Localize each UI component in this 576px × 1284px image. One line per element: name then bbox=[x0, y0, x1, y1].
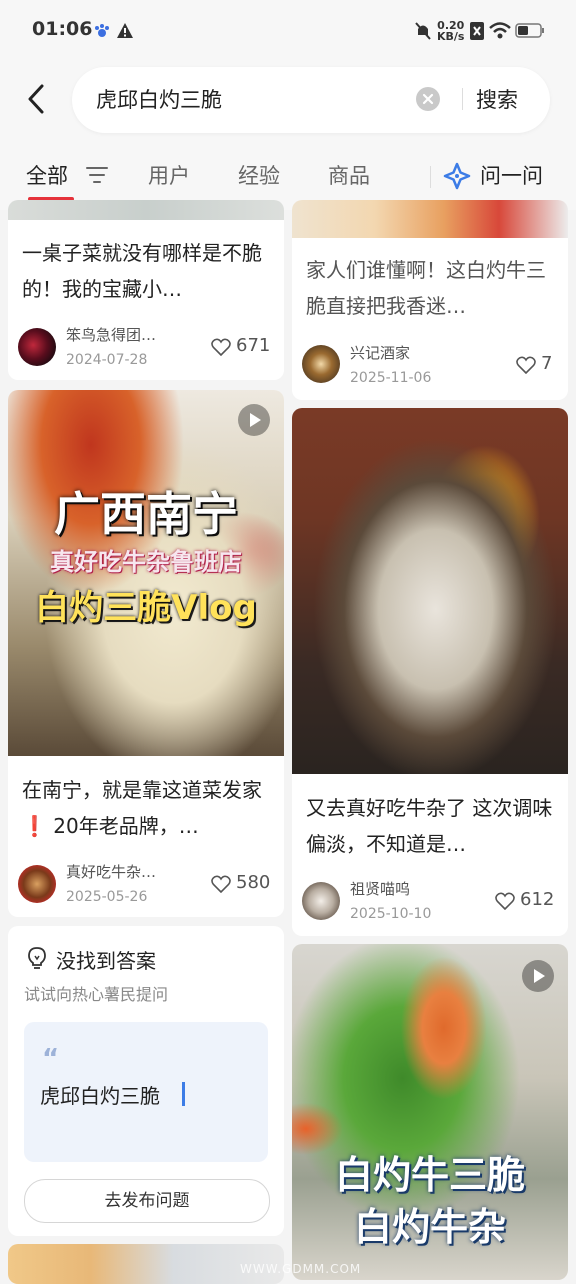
like-count: 671 bbox=[236, 335, 271, 356]
note-image: 白灼牛三脆 白灼牛杂 bbox=[292, 944, 568, 1280]
note-title: 一桌子菜就没有哪样是不脆的！我的宝藏小… bbox=[22, 241, 262, 301]
overlay-title: 广西南宁 bbox=[54, 487, 238, 541]
note-author[interactable]: 兴记酒家 bbox=[350, 342, 410, 363]
overlay-subtitle: 真好吃牛杂鲁班店 bbox=[50, 548, 242, 576]
note-date: 2025-11-06 bbox=[350, 370, 432, 386]
quote-icon: “ bbox=[42, 1044, 60, 1074]
tab-all[interactable]: 全部 bbox=[26, 160, 68, 190]
note-author[interactable]: 真好吃牛杂… bbox=[66, 861, 156, 882]
back-arrow-icon[interactable] bbox=[22, 82, 52, 116]
warning-icon bbox=[117, 23, 133, 38]
play-icon[interactable] bbox=[522, 960, 554, 992]
avatar[interactable] bbox=[302, 345, 340, 383]
heart-icon[interactable] bbox=[495, 892, 515, 910]
note-card[interactable]: 又去真好吃牛杂了 这次调味偏淡，不知道是… 祖贤喵呜 2025-10-10 61… bbox=[292, 408, 568, 936]
status-time: 01:06 bbox=[32, 18, 93, 40]
note-card[interactable]: 一桌子菜就没有哪样是不脆的！我的宝藏小… 笨鸟急得团… 2024-07-28 6… bbox=[8, 200, 284, 380]
net-speed-unit: KB/s bbox=[437, 30, 465, 43]
search-divider bbox=[462, 88, 463, 110]
note-image: 广西南宁 真好吃牛杂鲁班店 白灼三脆Vlog bbox=[8, 390, 284, 756]
tab-ask[interactable]: 问一问 bbox=[480, 160, 543, 190]
note-author[interactable]: 笨鸟急得团… bbox=[66, 324, 156, 345]
question-draft-text[interactable]: 虎邱白灼三脆 bbox=[40, 1080, 160, 1109]
note-title: 又去真好吃牛杂了 这次调味偏淡，不知道是… bbox=[306, 796, 553, 856]
note-card[interactable]: 家人们谁懂啊！这白灼牛三脆直接把我香迷… 兴记酒家 2025-11-06 7 bbox=[292, 200, 568, 400]
search-button[interactable]: 搜索 bbox=[476, 84, 518, 114]
avatar[interactable] bbox=[302, 882, 340, 920]
heart-icon[interactable] bbox=[211, 875, 231, 893]
tab-products[interactable]: 商品 bbox=[328, 160, 370, 190]
data-off-icon bbox=[470, 22, 484, 40]
overlay-caption: 白灼牛杂 bbox=[353, 1205, 506, 1249]
note-image bbox=[292, 200, 568, 238]
text-cursor bbox=[182, 1082, 185, 1106]
tab-experience[interactable]: 经验 bbox=[238, 160, 280, 190]
watermark: WWW.GDMM.COM bbox=[240, 1262, 362, 1276]
note-card[interactable]: 白灼牛三脆 白灼牛杂 bbox=[292, 944, 568, 1280]
note-title: 在南宁，就是靠这道菜发家❗ 20年老品牌，… bbox=[22, 778, 262, 838]
battery-icon bbox=[515, 23, 544, 38]
like-count: 612 bbox=[520, 889, 555, 910]
note-date: 2024-07-28 bbox=[66, 352, 148, 368]
no-answer-subtitle: 试试向热心薯民提问 bbox=[24, 985, 169, 1004]
note-date: 2025-10-10 bbox=[350, 906, 432, 922]
publish-question-button[interactable]: 去发布问题 bbox=[24, 1179, 270, 1223]
wifi-icon bbox=[489, 22, 511, 39]
overlay-title: 白灼牛三脆 bbox=[334, 1153, 525, 1197]
paw-notification-icon bbox=[95, 24, 109, 37]
like-count: 580 bbox=[236, 872, 271, 893]
no-answer-title: 没找到答案 bbox=[56, 949, 156, 973]
like-count: 7 bbox=[541, 353, 553, 374]
note-author[interactable]: 祖贤喵呜 bbox=[350, 878, 410, 899]
clear-icon[interactable] bbox=[416, 87, 440, 111]
note-title: 家人们谁懂啊！这白灼牛三脆直接把我香迷… bbox=[306, 258, 546, 318]
note-image bbox=[8, 200, 284, 220]
filter-icon[interactable] bbox=[86, 166, 108, 184]
tab-divider bbox=[430, 166, 431, 188]
search-query[interactable]: 虎邱白灼三脆 bbox=[96, 84, 222, 114]
lightbulb-icon bbox=[28, 947, 46, 969]
play-icon[interactable] bbox=[238, 404, 270, 436]
avatar[interactable] bbox=[18, 865, 56, 903]
note-card[interactable]: 广西南宁 真好吃牛杂鲁班店 白灼三脆Vlog 在南宁，就是靠这道菜发家❗ 20年… bbox=[8, 390, 284, 917]
heart-icon[interactable] bbox=[211, 338, 231, 356]
overlay-caption: 白灼三脆Vlog bbox=[35, 588, 257, 628]
tab-users[interactable]: 用户 bbox=[148, 160, 190, 190]
mute-bell-icon bbox=[415, 22, 431, 40]
note-image bbox=[292, 408, 568, 774]
avatar[interactable] bbox=[18, 328, 56, 366]
ask-star-icon[interactable] bbox=[443, 162, 471, 190]
heart-icon[interactable] bbox=[516, 356, 536, 374]
note-date: 2025-05-26 bbox=[66, 889, 148, 905]
